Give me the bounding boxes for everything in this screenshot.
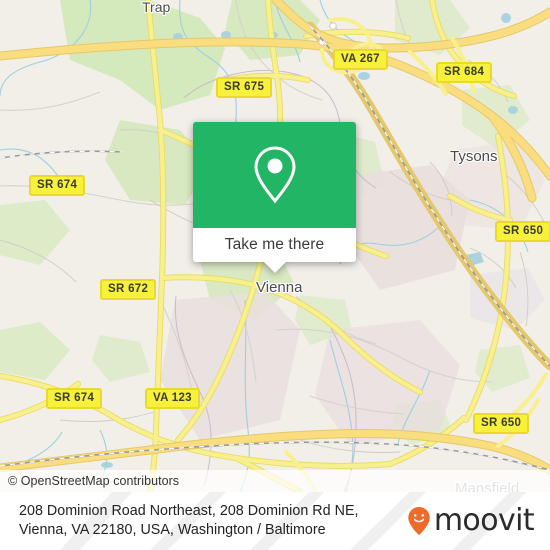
osm-attribution[interactable]: © OpenStreetMap contributors	[0, 470, 550, 492]
road-shield: SR 650	[495, 221, 550, 242]
road-shield: SR 675	[216, 77, 273, 98]
road-shield: SR 674	[46, 388, 103, 409]
road-shield: VA 267	[333, 49, 388, 70]
map-canvas[interactable]: .wood{fill:#cfe7b4;} .park{fill:#d9ecc3;…	[0, 0, 550, 492]
address-line-2: Vienna, VA 22180, USA, Washington / Balt…	[19, 522, 326, 538]
map-pin-icon	[253, 146, 296, 204]
osm-attribution-text: © OpenStreetMap contributors	[8, 474, 180, 488]
address-line-1: 208 Dominion Road Northeast, 208 Dominio…	[19, 503, 359, 519]
take-me-there-label: Take me there	[224, 236, 325, 253]
road-shield: VA 123	[145, 388, 200, 409]
place-label-trap: Trap	[142, 0, 171, 15]
moovit-wordmark: moovit	[433, 503, 535, 538]
moovit-pin-icon	[408, 507, 430, 535]
place-label-tysons: Tysons	[450, 148, 498, 165]
place-label-vienna: Vienna	[256, 279, 303, 296]
moovit-logo: moovit	[407, 506, 538, 536]
road-shield: SR 674	[29, 175, 86, 196]
road-shield: SR 672	[100, 279, 157, 300]
address-block: 208 Dominion Road Northeast, 208 Dominio…	[19, 502, 407, 540]
footer-bar: 208 Dominion Road Northeast, 208 Dominio…	[0, 492, 550, 550]
road-shield: SR 650	[473, 413, 530, 434]
map-screenshot: .wood{fill:#cfe7b4;} .park{fill:#d9ecc3;…	[0, 0, 550, 550]
road-shield: SR 684	[436, 62, 493, 83]
popup-tail	[263, 262, 286, 273]
location-popup-card[interactable]: Take me there	[193, 122, 356, 273]
popup-header	[193, 122, 356, 228]
take-me-there-button[interactable]: Take me there	[193, 228, 356, 262]
